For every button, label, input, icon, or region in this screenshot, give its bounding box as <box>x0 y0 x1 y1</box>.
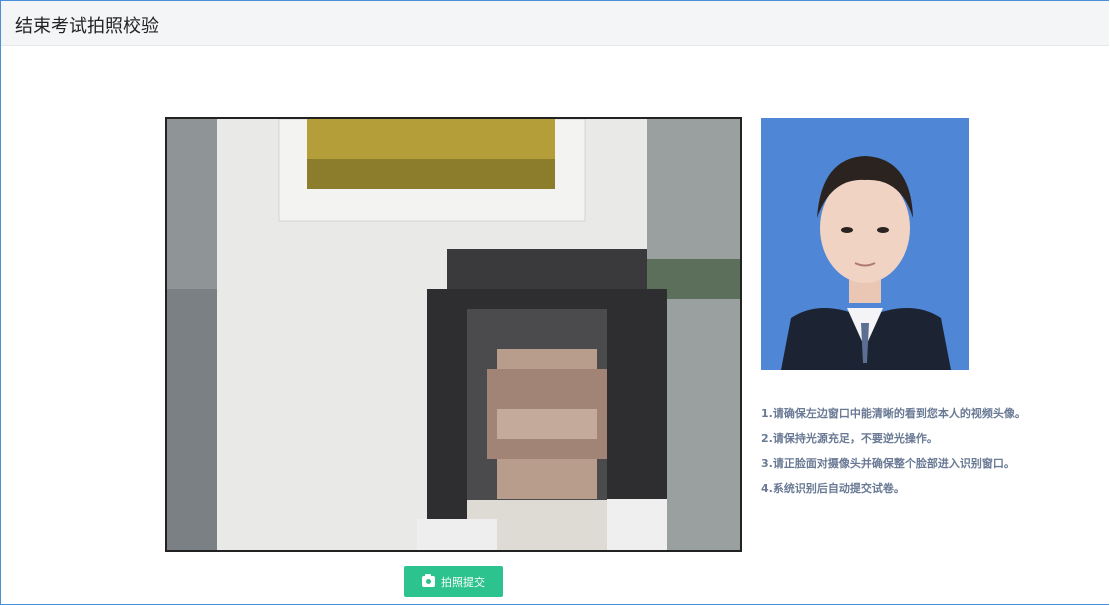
instruction-item: 4.系统识别后自动提交试卷。 <box>761 482 905 495</box>
instruction-item: 1.请确保左边窗口中能清晰的看到您本人的视频头像。 <box>761 407 1026 420</box>
reference-photo <box>761 118 969 370</box>
webcam-scene <box>167 119 740 550</box>
capture-submit-label: 拍照提交 <box>441 575 485 589</box>
webcam-video-feed <box>165 117 742 552</box>
camera-icon <box>422 574 435 587</box>
reference-portrait <box>761 118 969 370</box>
exam-check-frame: 结束考试拍照校验 1.请确保左边窗口中能清晰的看到您本人的视频头像。 2.请保持… <box>0 0 1109 605</box>
pixelated-face <box>417 249 667 550</box>
instruction-item: 3.请正脸面对摄像头并确保整个脸部进入识别窗口。 <box>761 457 1015 470</box>
instruction-item: 2.请保持光源充足，不要逆光操作。 <box>761 432 938 445</box>
page-header: 结束考试拍照校验 <box>1 1 1109 46</box>
capture-submit-button[interactable]: 拍照提交 <box>404 566 503 597</box>
page-title: 结束考试拍照校验 <box>15 16 159 37</box>
instructions-list: 1.请确保左边窗口中能清晰的看到您本人的视频头像。 2.请保持光源充足，不要逆光… <box>761 401 1101 501</box>
